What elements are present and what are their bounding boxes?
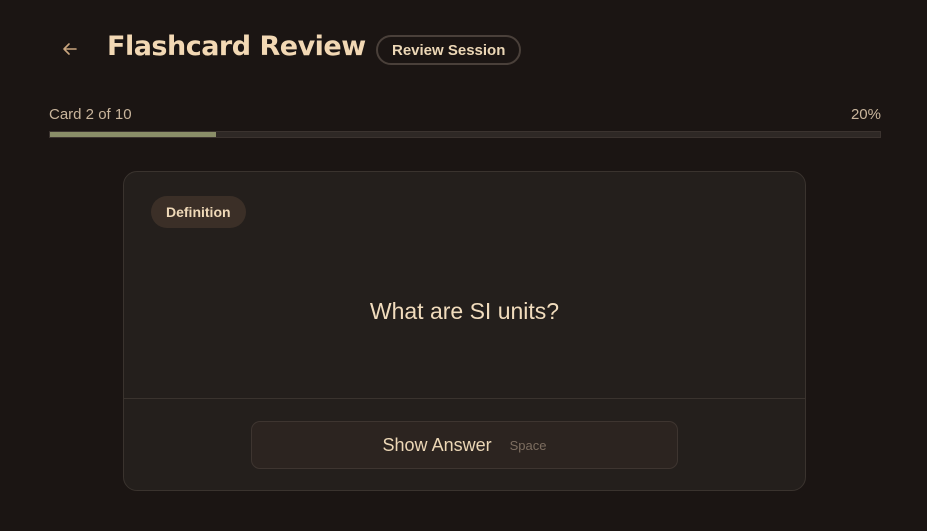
arrow-left-icon bbox=[61, 40, 79, 63]
show-answer-label: Show Answer bbox=[382, 434, 492, 455]
session-badge: Review Session bbox=[376, 35, 522, 65]
show-answer-button[interactable]: Show Answer Space bbox=[251, 421, 678, 469]
card-divider bbox=[124, 398, 805, 399]
flashcard: Definition What are SI units? Show Answe… bbox=[123, 171, 806, 491]
header: Flashcard Review Review Session bbox=[0, 0, 927, 100]
progress-percent: 20% bbox=[850, 106, 881, 123]
back-button[interactable] bbox=[56, 37, 84, 65]
page-title: Flashcard Review bbox=[107, 31, 366, 62]
card-question: What are SI units? bbox=[369, 298, 560, 324]
progress-bar-fill bbox=[50, 132, 216, 137]
keyboard-shortcut-hint: Space bbox=[509, 438, 547, 453]
progress-bar bbox=[49, 131, 881, 138]
card-type-tag: Definition bbox=[151, 196, 246, 228]
progress-label: Card 2 of 10 bbox=[49, 106, 132, 123]
